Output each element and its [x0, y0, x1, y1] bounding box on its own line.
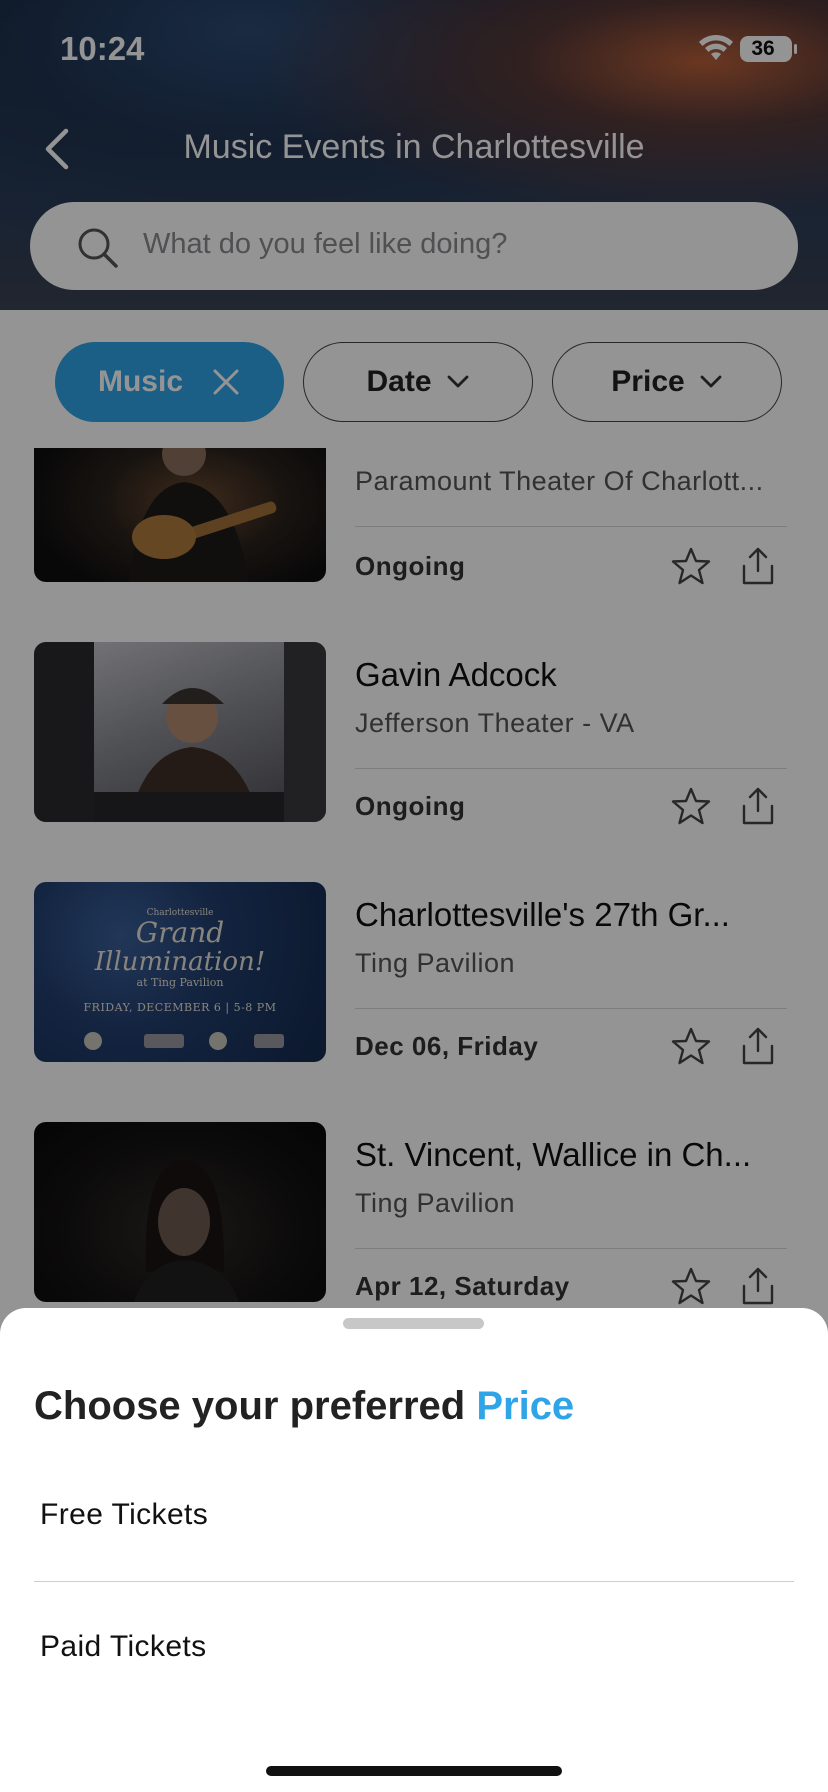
sheet-title: Choose your preferred Price: [34, 1384, 574, 1429]
price-bottom-sheet: Choose your preferred Price Free Tickets…: [0, 1308, 828, 1792]
option-paid-tickets[interactable]: Paid Tickets: [40, 1630, 207, 1664]
home-indicator: [266, 1766, 562, 1776]
option-free-tickets[interactable]: Free Tickets: [40, 1498, 208, 1532]
sheet-title-accent: Price: [476, 1384, 575, 1428]
sheet-title-prefix: Choose your preferred: [34, 1384, 477, 1428]
divider: [34, 1581, 794, 1582]
sheet-grabber[interactable]: [343, 1318, 484, 1329]
